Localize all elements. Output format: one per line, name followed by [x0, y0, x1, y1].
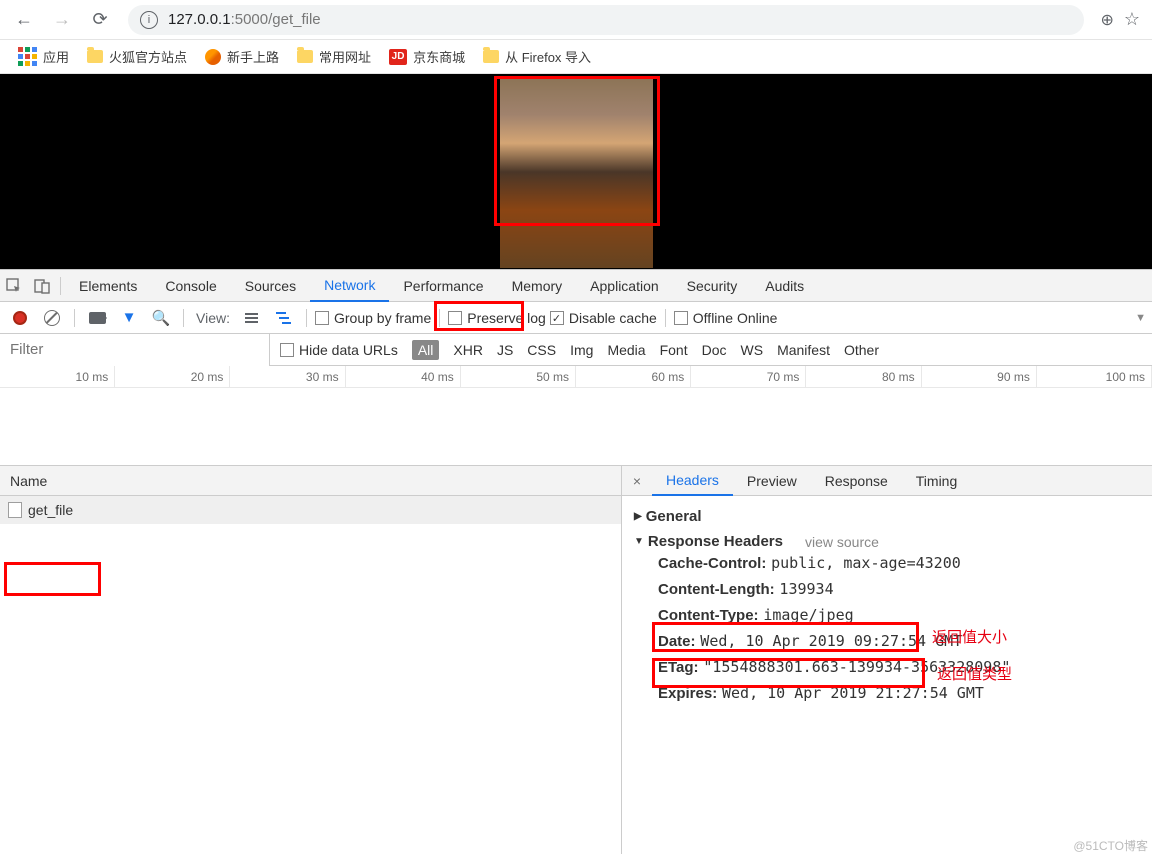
bookmarks-bar: 应用 火狐官方站点 新手上路 常用网址 JD京东商城 从 Firefox 导入 [0, 40, 1152, 74]
browser-navbar: ← → ⟳ i 127.0.0.1:5000/get_file ⊕ ☆ [0, 0, 1152, 40]
chevron-down-icon[interactable]: ▼ [1135, 312, 1146, 324]
filter-type[interactable]: Font [660, 342, 688, 358]
bookmark-item[interactable]: 从 Firefox 导入 [475, 43, 599, 70]
filter-type[interactable]: XHR [453, 342, 483, 358]
filter-type[interactable]: Media [607, 342, 645, 358]
filter-type[interactable]: Img [570, 342, 593, 358]
apps-icon [18, 47, 37, 66]
tab-headers[interactable]: Headers [652, 466, 733, 496]
waterfall-icon[interactable] [270, 304, 298, 332]
folder-icon [297, 50, 313, 63]
request-name: get_file [28, 502, 73, 518]
request-details: × Headers Preview Response Timing ▶Gener… [622, 466, 1152, 854]
tab-console[interactable]: Console [151, 271, 230, 301]
devtools-tabbar: Elements Console Sources Network Perform… [0, 270, 1152, 302]
apps-shortcut[interactable]: 应用 [10, 43, 77, 70]
tab-network[interactable]: Network [310, 270, 389, 302]
folder-icon [87, 50, 103, 63]
tab-preview[interactable]: Preview [733, 467, 811, 495]
network-toolbar: ▼ 🔍 View: Group by frame Preserve log Di… [0, 302, 1152, 334]
network-body: Name get_file × Headers Preview Response… [0, 466, 1152, 854]
annotation-box [4, 562, 101, 596]
annotation-box [652, 658, 925, 688]
filter-toggle-icon[interactable]: ▼ [115, 304, 143, 332]
tab-audits[interactable]: Audits [751, 271, 818, 301]
annotation-text: 返回值大小 [932, 626, 1007, 647]
hide-data-urls-checkbox[interactable]: Hide data URLs [280, 342, 398, 358]
network-filter-bar: Hide data URLs All XHR JS CSS Img Media … [0, 334, 1152, 366]
annotation-box [652, 622, 919, 652]
offline-checkbox[interactable]: Offline [674, 310, 733, 326]
section-response-headers[interactable]: ▼Response Headersview source [634, 533, 1140, 550]
annotation-box [434, 301, 524, 331]
filter-type[interactable]: CSS [527, 342, 556, 358]
device-toggle-icon[interactable] [28, 272, 56, 300]
page-content [0, 74, 1152, 269]
search-icon[interactable]: 🔍 [147, 304, 175, 332]
view-label: View: [196, 310, 230, 326]
large-rows-icon[interactable] [238, 304, 266, 332]
forward-button[interactable]: → [46, 4, 78, 36]
zoom-icon[interactable]: ⊕ [1100, 10, 1113, 30]
tab-timing[interactable]: Timing [902, 467, 972, 495]
group-by-frame-checkbox[interactable]: Group by frame [315, 310, 431, 326]
record-button[interactable] [6, 304, 34, 332]
view-source-link[interactable]: view source [805, 534, 879, 550]
column-header-name[interactable]: Name [0, 466, 621, 496]
filter-input[interactable] [0, 334, 270, 366]
tab-response[interactable]: Response [811, 467, 902, 495]
close-details-button[interactable]: × [622, 473, 652, 489]
filter-type-all[interactable]: All [412, 340, 440, 360]
clear-button[interactable] [38, 304, 66, 332]
filter-type[interactable]: JS [497, 342, 513, 358]
tab-elements[interactable]: Elements [65, 271, 151, 301]
filter-type[interactable]: Manifest [777, 342, 830, 358]
tab-sources[interactable]: Sources [231, 271, 310, 301]
tab-memory[interactable]: Memory [498, 271, 577, 301]
filter-type[interactable]: Other [844, 342, 879, 358]
annotation-text: 返回值类型 [937, 663, 1012, 684]
filter-type[interactable]: Doc [702, 342, 727, 358]
watermark: @51CTO博客 [1073, 837, 1148, 854]
devtools-panel: Elements Console Sources Network Perform… [0, 269, 1152, 854]
filter-type[interactable]: WS [741, 342, 764, 358]
tab-application[interactable]: Application [576, 271, 673, 301]
bookmark-item[interactable]: 常用网址 [289, 43, 379, 70]
file-icon [8, 502, 22, 518]
tab-security[interactable]: Security [673, 271, 752, 301]
firefox-icon [205, 49, 221, 65]
reload-button[interactable]: ⟳ [84, 4, 116, 36]
request-list: Name get_file [0, 466, 622, 854]
disable-cache-checkbox[interactable]: Disable cache [550, 310, 657, 326]
bookmark-star-icon[interactable]: ☆ [1124, 9, 1140, 30]
bookmark-item[interactable]: 火狐官方站点 [79, 43, 195, 70]
tab-performance[interactable]: Performance [389, 271, 497, 301]
request-row[interactable]: get_file [0, 496, 621, 524]
folder-icon [483, 50, 499, 63]
bookmark-item[interactable]: 新手上路 [197, 43, 287, 70]
address-bar[interactable]: i 127.0.0.1:5000/get_file [128, 5, 1084, 35]
inspect-icon[interactable] [0, 272, 28, 300]
section-general[interactable]: ▶General [634, 508, 1140, 525]
throttling-select[interactable]: Online [737, 310, 777, 326]
annotation-box [494, 76, 660, 226]
bookmark-item[interactable]: JD京东商城 [381, 43, 473, 70]
url-host: 127.0.0.1 [168, 11, 231, 28]
network-timeline[interactable]: 10 ms20 ms30 ms40 ms50 ms60 ms70 ms80 ms… [0, 366, 1152, 466]
jd-icon: JD [389, 49, 407, 65]
site-info-icon[interactable]: i [140, 11, 158, 29]
screenshot-icon[interactable] [83, 304, 111, 332]
back-button[interactable]: ← [8, 4, 40, 36]
